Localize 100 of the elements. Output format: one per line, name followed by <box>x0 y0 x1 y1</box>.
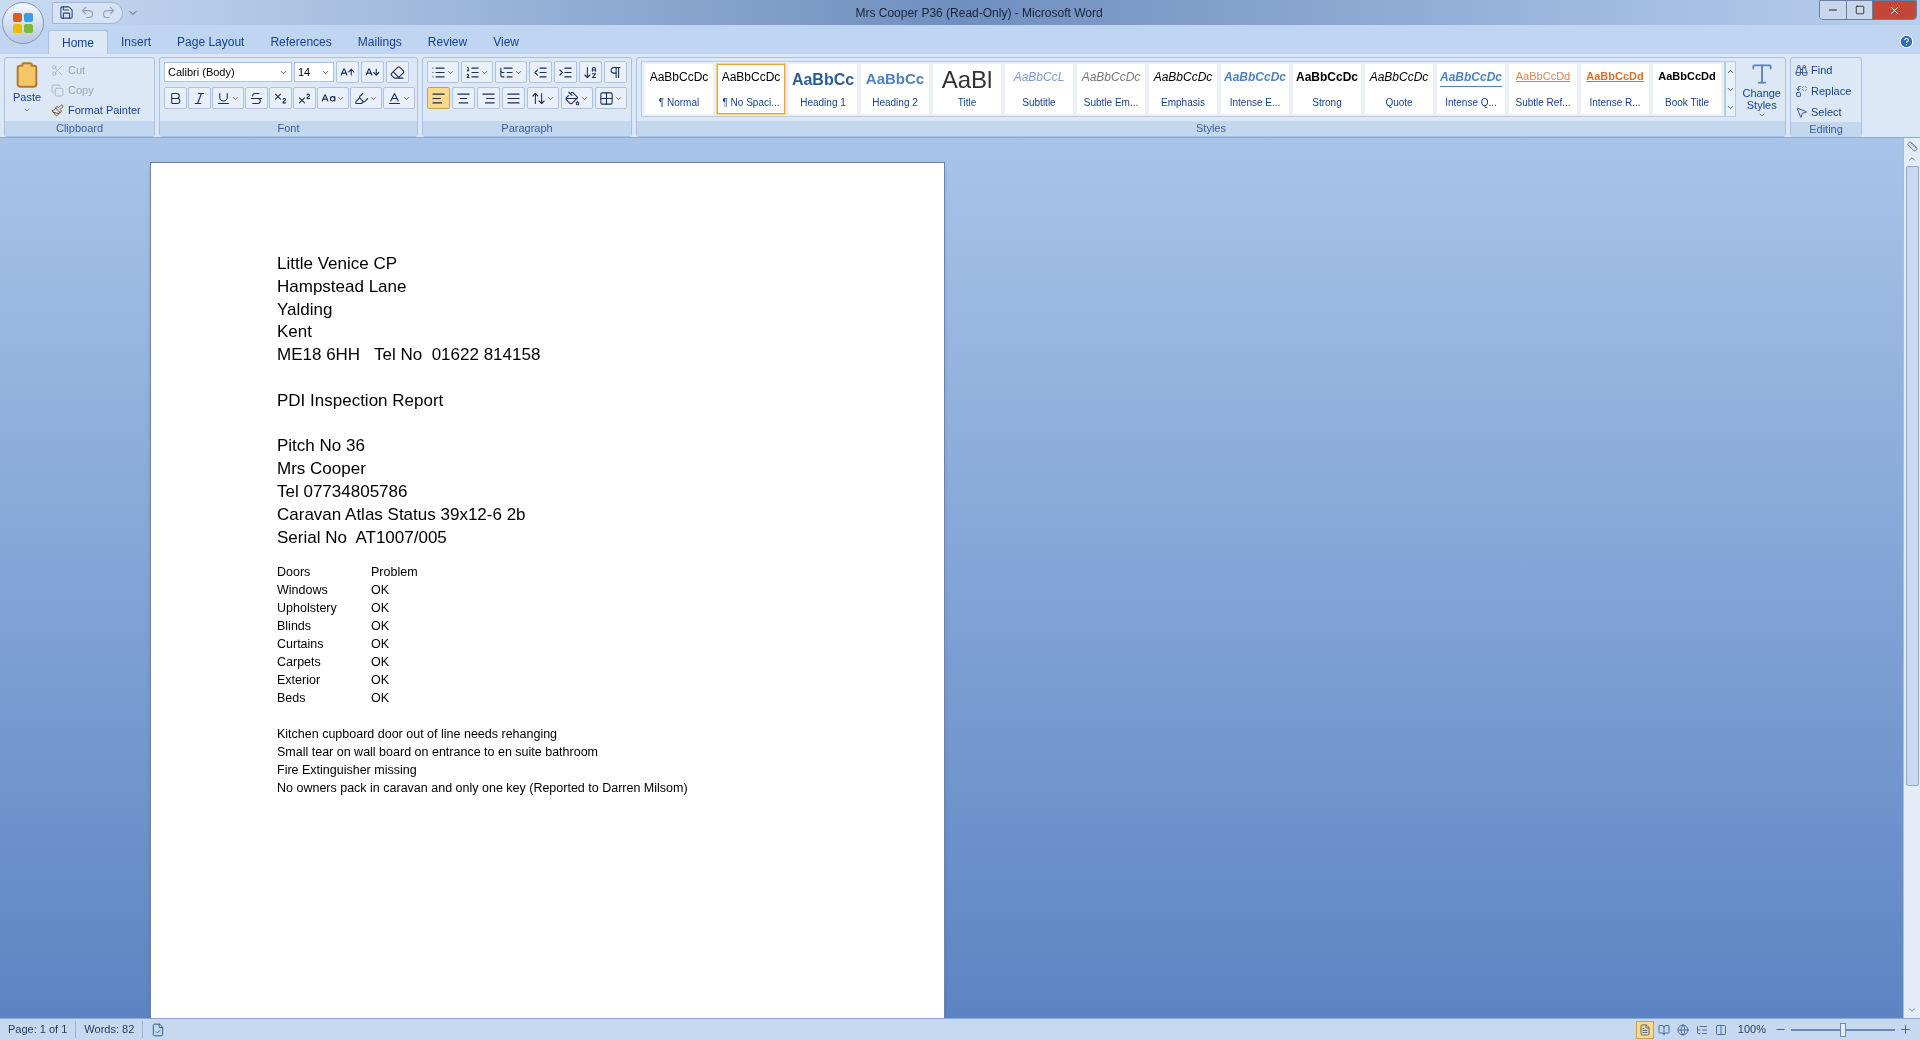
borders-button[interactable] <box>595 87 627 109</box>
ruler-icon[interactable] <box>1906 141 1918 152</box>
ribbon-tab[interactable]: Mailings <box>344 30 415 54</box>
align-button[interactable] <box>427 87 450 109</box>
ribbon-tab[interactable]: Insert <box>108 30 165 54</box>
checklist-status: OK <box>371 600 390 618</box>
style-tile[interactable]: AaBbCcDc ¶ Normal <box>645 64 713 114</box>
style-tile[interactable]: AaBbCcDc Emphasis <box>1149 64 1217 114</box>
zoom-level[interactable]: 100% <box>1737 1021 1766 1038</box>
view-icon <box>1714 1023 1727 1036</box>
word-count[interactable]: Words: 82 <box>76 1021 144 1038</box>
style-tile[interactable]: AaBbCcDc Quote <box>1365 64 1433 114</box>
bullet-list-button[interactable] <box>427 61 459 83</box>
style-tile[interactable]: AaBbCcDc Subtle Em... <box>1077 64 1145 114</box>
office-logo-icon <box>13 13 33 33</box>
style-tile[interactable]: AaBbCc Heading 1 <box>789 64 857 114</box>
pilcrow-icon <box>608 64 623 80</box>
style-tile[interactable]: AaBbCcDd Book Title <box>1653 64 1721 114</box>
proofing-icon[interactable] <box>151 1022 166 1037</box>
subscript-button[interactable] <box>269 87 292 109</box>
superscript-button[interactable] <box>293 87 316 109</box>
group-label: Editing <box>1809 122 1843 138</box>
ribbon-tab[interactable]: Page Layout <box>164 30 258 54</box>
style-tile[interactable]: AaBl Title <box>933 64 1001 114</box>
underline-button[interactable] <box>212 87 244 109</box>
address-line: Kent <box>277 321 313 344</box>
page-count[interactable]: Page: 1 of 1 <box>0 1021 77 1038</box>
strikethrough-button[interactable] <box>245 87 268 109</box>
align-button[interactable] <box>502 87 525 109</box>
minimize-button[interactable] <box>1820 1 1846 19</box>
style-tile[interactable]: AaBbCcDd Intense R... <box>1581 64 1649 114</box>
ribbon-tab[interactable]: Home <box>48 30 108 54</box>
zoom-slider[interactable] <box>1791 1021 1895 1038</box>
restore-button[interactable] <box>1846 1 1872 19</box>
pilcrow-button[interactable] <box>604 61 627 83</box>
sort-icon <box>583 64 598 80</box>
font-color-button[interactable] <box>383 87 415 109</box>
view-icon <box>1695 1023 1708 1036</box>
paint-bucket-button[interactable] <box>561 87 593 109</box>
style-tile[interactable]: AaBbCc Heading 2 <box>861 64 929 114</box>
office-button[interactable] <box>2 2 44 44</box>
shrink-font-button[interactable] <box>361 61 384 83</box>
editing-command[interactable]: Replace <box>1795 82 1852 101</box>
vertical-scrollbar[interactable] <box>1903 138 1920 1018</box>
ribbon-tab[interactable]: View <box>480 30 532 54</box>
font-name-field[interactable]: Calibri (Body) <box>164 62 292 82</box>
numbered-list-button[interactable] <box>461 61 493 83</box>
italic-button[interactable] <box>188 87 211 109</box>
decrease-indent-button[interactable] <box>529 61 552 83</box>
replace-icon <box>1795 85 1808 98</box>
scroll-thumb[interactable] <box>1905 166 1919 786</box>
increase-indent-button[interactable] <box>554 61 577 83</box>
borders-icon <box>599 90 614 106</box>
view-icon <box>1638 1023 1651 1036</box>
view-button[interactable] <box>1635 1020 1654 1039</box>
paste-button[interactable]: Paste <box>9 61 45 121</box>
style-tile[interactable]: AaBbCcDc ¶ No Spaci... <box>717 64 785 114</box>
style-tile[interactable]: AaBbCcL Subtitle <box>1005 64 1073 114</box>
grow-font-button[interactable] <box>336 61 359 83</box>
zoom-slider-thumb[interactable] <box>1840 1022 1846 1037</box>
zoom-in-icon[interactable] <box>1899 1023 1912 1036</box>
decrease-indent-icon <box>533 64 548 80</box>
help-icon[interactable] <box>1899 34 1914 49</box>
sort-button[interactable] <box>579 61 602 83</box>
highlighter-button[interactable] <box>350 87 382 109</box>
italic-icon <box>192 90 207 106</box>
note-line: Kitchen cupboard door out of line needs rehanging <box>277 726 559 744</box>
eraser-button[interactable] <box>386 61 409 83</box>
checklist-status: OK <box>371 582 390 600</box>
multilevel-list-icon <box>499 64 514 80</box>
clipboard-command[interactable]: Format Painter <box>51 101 141 120</box>
detail-line: Pitch No 36 <box>277 435 366 458</box>
bullet-list-icon <box>431 64 446 80</box>
font-size-field[interactable]: 14 <box>294 62 334 82</box>
checklist-item: Curtains <box>277 636 325 654</box>
caret-icon <box>1757 111 1766 119</box>
detail-line: Tel 07734805786 <box>277 480 409 503</box>
bold-button[interactable] <box>164 87 187 109</box>
change-styles-button[interactable]: Change Styles <box>1742 61 1781 121</box>
group-label: Clipboard <box>55 121 104 137</box>
save-icon[interactable] <box>59 5 74 20</box>
style-tile[interactable]: AaBbCcDc Intense E... <box>1221 64 1289 114</box>
checklist-item: Blinds <box>277 618 313 636</box>
style-tile[interactable]: AaBbCcDc Strong <box>1293 64 1361 114</box>
editing-command[interactable]: Select <box>1795 103 1852 122</box>
change-case-button[interactable] <box>317 87 349 109</box>
line-spacing-button[interactable] <box>527 87 559 109</box>
multilevel-list-button[interactable] <box>495 61 527 83</box>
style-tile[interactable]: AaBbCcDc Intense Q... <box>1437 64 1505 114</box>
style-tile[interactable]: AaBbCcDd Subtle Ref... <box>1509 64 1577 114</box>
ribbon-tab[interactable]: References <box>257 30 345 54</box>
editing-command[interactable]: Find <box>1795 61 1852 80</box>
align-button[interactable] <box>452 87 475 109</box>
address-line: Little Venice CP <box>277 253 398 275</box>
view-icon <box>1676 1023 1689 1036</box>
ribbon-tab[interactable]: Review <box>414 30 481 54</box>
gallery-scrollbar[interactable] <box>1725 61 1737 117</box>
group-label: Paragraph <box>501 121 553 137</box>
bold-icon <box>168 90 183 106</box>
align-button[interactable] <box>477 87 500 109</box>
